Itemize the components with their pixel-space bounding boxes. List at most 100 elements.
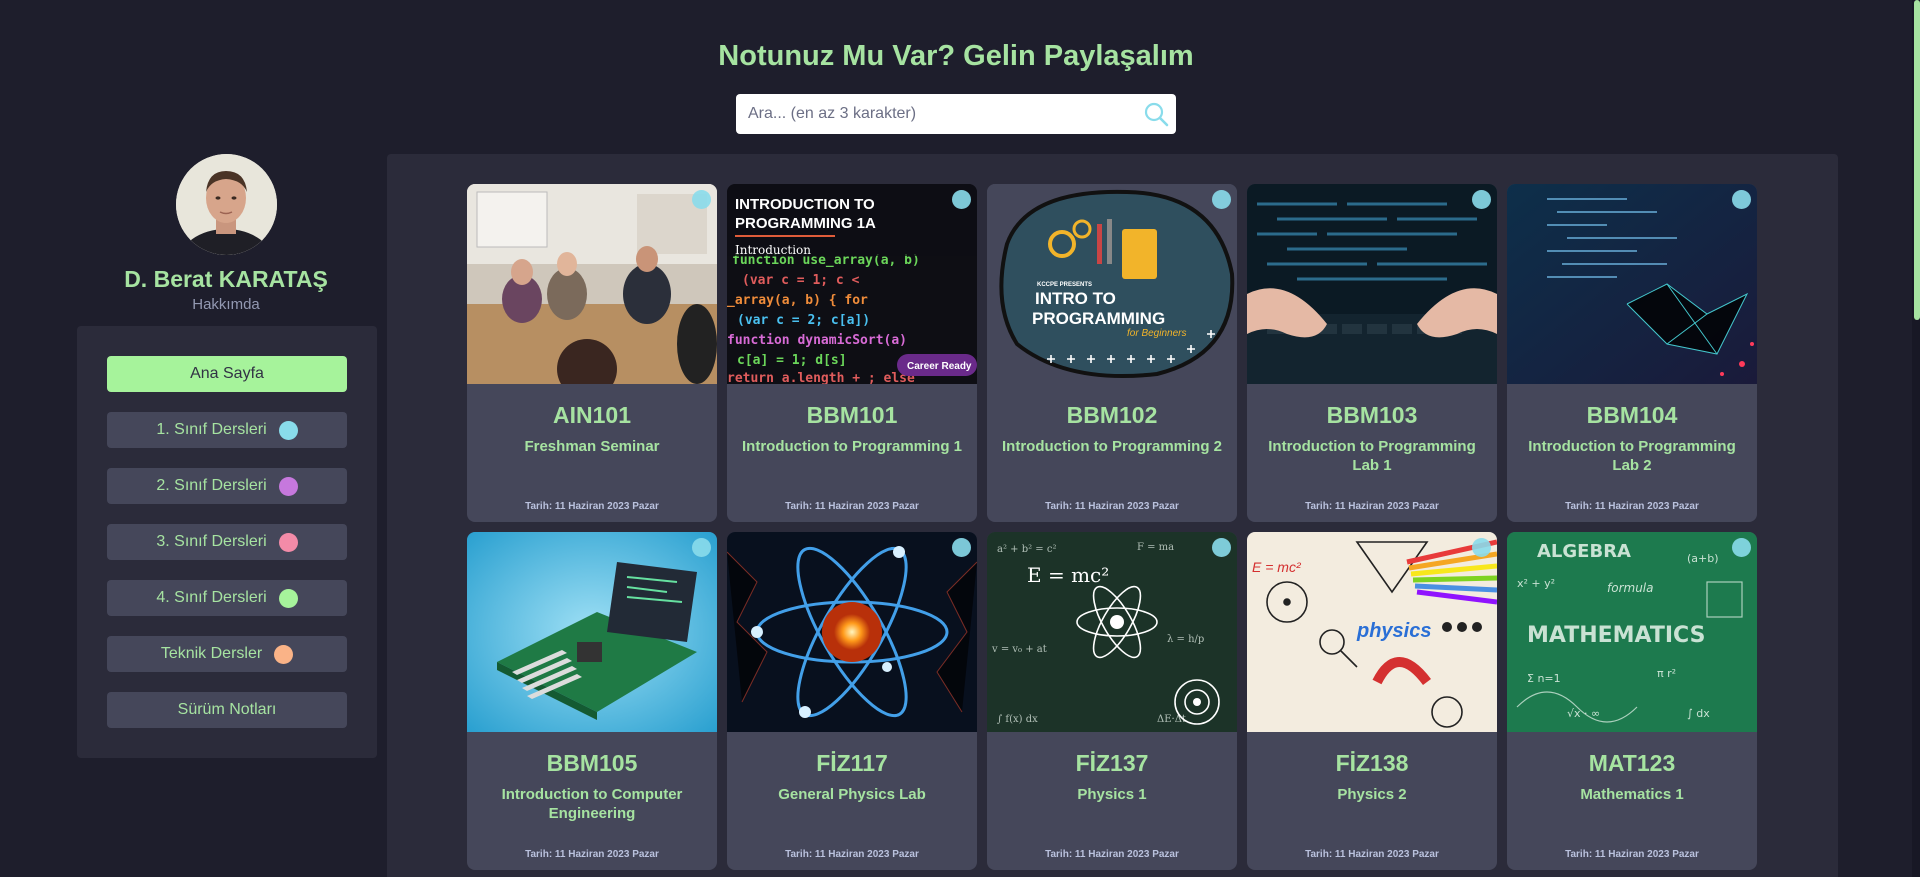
scrollbar[interactable] — [1912, 0, 1920, 877]
image-title: PROGRAMMING 1A — [735, 215, 876, 232]
course-image — [467, 532, 717, 732]
course-code: BBM105 — [546, 750, 638, 776]
course-date: Tarih: 11 Haziran 2023 Pazar — [1305, 849, 1439, 860]
svg-text:F = ma: F = ma — [1137, 542, 1174, 553]
course-name: Freshman Seminar — [524, 438, 660, 455]
category-dot-icon — [278, 532, 298, 552]
search-input[interactable] — [736, 94, 1136, 134]
course-image — [1247, 184, 1497, 384]
search-bar — [736, 94, 1176, 134]
image-formula: E = mc² — [1252, 559, 1302, 575]
svg-text:_array(a, b) { for: _array(a, b) { for — [727, 293, 868, 308]
category-dot-icon — [274, 644, 294, 664]
course-card[interactable]: BBM104 Introduction to Programming Lab 2… — [1507, 184, 1757, 522]
nav-technical-button[interactable]: Teknik Dersler — [107, 636, 347, 672]
category-dot-icon — [692, 190, 711, 209]
about-link[interactable]: Hakkımda — [96, 296, 356, 313]
category-dot-icon — [278, 476, 298, 496]
course-name: Introduction to Programming 2 — [1002, 438, 1222, 455]
course-image: ALGEBRA MATHEMATICS formula x² + y² (a+b… — [1507, 532, 1757, 732]
image-title: ALGEBRA — [1537, 541, 1631, 562]
course-name: Introduction to Programming Lab 1 — [1268, 438, 1476, 474]
nav-grade3-button[interactable]: 3. Sınıf Dersleri — [107, 524, 347, 560]
nav-label: Sürüm Notları — [177, 701, 277, 718]
nav-label: Ana Sayfa — [190, 365, 264, 382]
nav-home-button[interactable]: Ana Sayfa — [107, 356, 347, 392]
course-card[interactable]: function use_array(a, b) (var c = 1; c <… — [727, 184, 977, 522]
course-name: Introduction to Programming Lab 2 — [1528, 438, 1736, 474]
scrollbar-thumb[interactable] — [1914, 0, 1920, 320]
nav-grade1-button[interactable]: 1. Sınıf Dersleri — [107, 412, 347, 448]
svg-text:(var c = 1; c <: (var c = 1; c < — [742, 273, 860, 288]
category-dot-icon — [1472, 190, 1491, 209]
course-card[interactable]: BBM105 Introduction to Computer Engineer… — [467, 532, 717, 870]
course-card[interactable]: a² + b² = c² F = ma v = v₀ + at λ = h/p ∫ … — [987, 532, 1237, 870]
nav-release-notes-button[interactable]: Sürüm Notları — [107, 692, 347, 728]
course-code: BBM101 — [806, 402, 898, 428]
category-dot-icon — [1472, 538, 1491, 557]
image-title: physics — [1356, 620, 1431, 642]
image-subtitle: Introduction — [735, 243, 811, 257]
svg-text:v = v₀ + at: v = v₀ + at — [991, 644, 1047, 655]
profile-name: D. Berat KARATAŞ — [124, 266, 328, 292]
course-code: AIN101 — [553, 402, 631, 428]
course-card[interactable]: ALGEBRA MATHEMATICS formula x² + y² (a+b… — [1507, 532, 1757, 870]
course-code: BBM102 — [1066, 402, 1158, 428]
course-code: FİZ138 — [1335, 750, 1409, 776]
course-image — [467, 184, 717, 384]
category-dot-icon — [692, 538, 711, 557]
category-dot-icon — [278, 588, 298, 608]
image-subtitle: for Beginners — [1127, 328, 1186, 339]
image-title: PROGRAMMING — [1032, 309, 1165, 328]
category-dot-icon — [952, 190, 971, 209]
course-image: a² + b² = c² F = ma v = v₀ + at λ = h/p ∫ … — [987, 532, 1237, 732]
course-card[interactable]: BBM103 Introduction to Programming Lab 1… — [1247, 184, 1497, 522]
page-title: Notunuz Mu Var? Gelin Paylaşalım — [718, 40, 1194, 72]
course-name: General Physics Lab — [778, 786, 926, 803]
course-code: FİZ117 — [816, 750, 888, 776]
svg-text:x² + y²: x² + y² — [1517, 577, 1555, 590]
course-name: Physics 1 — [1077, 786, 1147, 803]
image-formula: E = mc² — [1027, 563, 1109, 587]
svg-text:∫ dx: ∫ dx — [1687, 707, 1710, 720]
course-date: Tarih: 11 Haziran 2023 Pazar — [1305, 501, 1439, 512]
avatar — [176, 154, 277, 255]
course-card[interactable]: AIN101 Freshman Seminar Tarih: 11 Hazira… — [467, 184, 717, 522]
svg-text:a² + b² = c²: a² + b² = c² — [997, 544, 1056, 555]
category-dot-icon — [952, 538, 971, 557]
course-grid: AIN101 Freshman Seminar Tarih: 11 Hazira… — [387, 154, 1838, 877]
nav-grade4-button[interactable]: 4. Sınıf Dersleri — [107, 580, 347, 616]
course-date: Tarih: 11 Haziran 2023 Pazar — [1565, 501, 1699, 512]
image-caption: formula — [1607, 581, 1653, 595]
nav-label: 1. Sınıf Dersleri — [156, 421, 267, 438]
course-code: FİZ137 — [1075, 750, 1149, 776]
category-dot-icon — [278, 420, 298, 440]
nav-label: Teknik Dersler — [160, 645, 263, 662]
course-image: KCCPE PRESENTS INTRO TO PROGRAMMING for … — [987, 184, 1237, 384]
image-title: INTRO TO — [1035, 289, 1116, 308]
course-image — [1507, 184, 1757, 384]
course-date: Tarih: 11 Haziran 2023 Pazar — [525, 849, 659, 860]
image-title: INTRODUCTION TO — [735, 196, 875, 213]
image-caption: KCCPE PRESENTS — [1037, 282, 1092, 288]
course-card[interactable]: KCCPE PRESENTS INTRO TO PROGRAMMING for … — [987, 184, 1237, 522]
course-date: Tarih: 11 Haziran 2023 Pazar — [525, 501, 659, 512]
category-dot-icon — [1212, 190, 1231, 209]
course-code: BBM103 — [1326, 402, 1418, 428]
course-date: Tarih: 11 Haziran 2023 Pazar — [785, 501, 919, 512]
search-icon[interactable] — [1136, 94, 1176, 134]
svg-text:∫ f(x) dx: ∫ f(x) dx — [997, 714, 1038, 725]
course-card[interactable]: E = mc² physics FİZ138 Physics 2 Tarih: … — [1247, 532, 1497, 870]
course-image: function use_array(a, b) (var c = 1; c <… — [727, 184, 977, 384]
course-card[interactable]: FİZ117 General Physics Lab Tarih: 11 Haz… — [727, 532, 977, 870]
image-badge: Career Ready — [907, 361, 972, 372]
nav-grade2-button[interactable]: 2. Sınıf Dersleri — [107, 468, 347, 504]
nav-label: 4. Sınıf Dersleri — [156, 589, 267, 606]
course-date: Tarih: 11 Haziran 2023 Pazar — [1045, 849, 1179, 860]
image-title: MATHEMATICS — [1527, 623, 1705, 648]
course-code: MAT123 — [1588, 750, 1676, 776]
svg-text:(a+b): (a+b) — [1687, 552, 1719, 565]
category-dot-icon — [1732, 538, 1751, 557]
course-date: Tarih: 11 Haziran 2023 Pazar — [1565, 849, 1699, 860]
svg-text:function dynamicSort(a): function dynamicSort(a) — [727, 333, 907, 348]
